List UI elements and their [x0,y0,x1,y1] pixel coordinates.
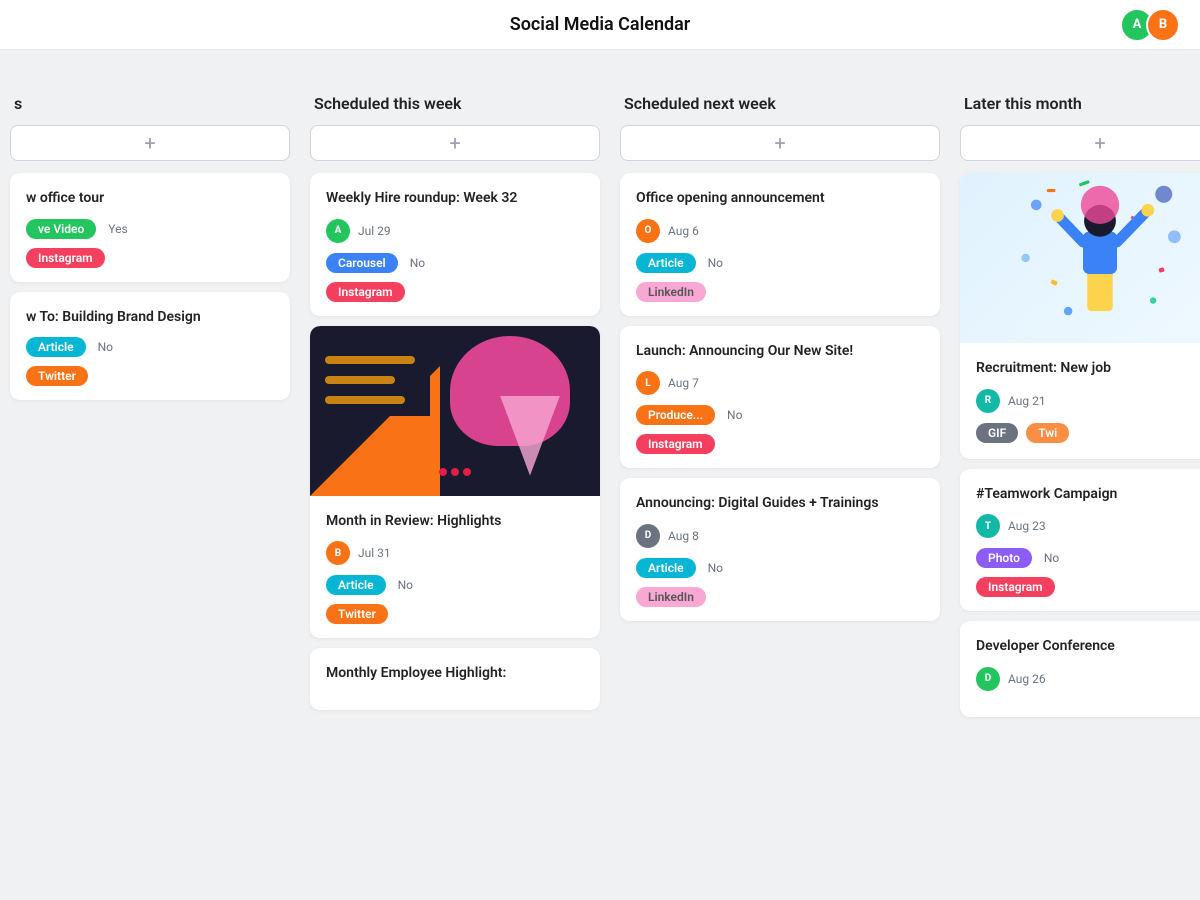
card-date: Aug 7 [668,376,699,390]
tag-article: Article [326,575,386,595]
tag-live-video: ve Video [26,219,96,239]
approved-no: No [410,256,425,270]
card-avatar: L [636,371,660,395]
card-date: Jul 31 [358,546,391,560]
card-avatar: O [636,219,660,243]
card-new-office-tour: w office tour ve Video Yes Instagram [10,173,290,282]
column-this-week: Scheduled this week + Weekly Hire roundu… [300,70,610,900]
tag-photo: Photo [976,548,1032,568]
card-building-brand: w To: Building Brand Design Article No T… [10,292,290,401]
column-header-this-week: Scheduled this week [310,94,600,113]
approved-no: No [708,561,723,575]
card-digital-guides: Announcing: Digital Guides + Trainings D… [620,478,940,621]
add-card-this-week[interactable]: + [310,125,600,161]
add-card-ideas[interactable]: + [10,125,290,161]
card-title: Month in Review: Highlights [326,512,584,532]
board-area: s + w office tour ve Video Yes Instagram… [0,50,1200,900]
card-illustration [960,173,1200,343]
tag-instagram: Instagram [26,248,105,268]
approved-no: No [398,578,413,592]
tag-twitter: Twitter [26,366,88,386]
card-title: Office opening announcement [636,189,924,209]
card-month-review: Month in Review: Highlights B Jul 31 Art… [310,326,600,639]
card-title: Launch: Announcing Our New Site! [636,342,924,362]
card-title: w office tour [26,189,274,209]
tag-produce: Produce... [636,405,715,425]
approved-yes: Yes [108,222,127,236]
card-title: w To: Building Brand Design [26,308,274,328]
approved-no: No [1044,551,1059,565]
card-title: Monthly Employee Highlight: [326,664,584,684]
card-avatar: T [976,514,1000,538]
avatar-group: A B [1126,8,1180,42]
card-recruitment: Recruitment: New job R Aug 21 GIF Twi [960,173,1200,459]
tag-instagram: Instagram [326,282,405,302]
card-avatar: B [326,541,350,565]
tag-linkedin: LinkedIn [636,282,706,302]
card-monthly-employee: Monthly Employee Highlight: [310,648,600,710]
card-title: #Teamwork Campaign [976,485,1200,505]
approved-no: No [98,340,113,354]
tag-twitter: Twitter [326,604,388,624]
card-title: Weekly Hire roundup: Week 32 [326,189,584,209]
tag-linkedin: LinkedIn [636,587,706,607]
tag-twitter-partial: Twi [1026,423,1069,443]
card-title: Developer Conference [976,637,1200,657]
card-avatar: A [326,219,350,243]
tag-gif: GIF [976,423,1018,443]
add-card-next-week[interactable]: + [620,125,940,161]
card-date: Aug 21 [1008,394,1046,408]
card-avatar: R [976,389,1000,413]
column-ideas: s + w office tour ve Video Yes Instagram… [0,70,300,900]
card-avatar: D [636,524,660,548]
card-dev-conference: Developer Conference D Aug 26 [960,621,1200,717]
avatar-2: B [1146,8,1180,42]
card-title: Announcing: Digital Guides + Trainings [636,494,924,514]
card-date: Aug 26 [1008,672,1046,686]
card-office-opening: Office opening announcement O Aug 6 Arti… [620,173,940,316]
tag-instagram: Instagram [636,434,715,454]
card-title: Recruitment: New job [976,359,1200,379]
column-header-ideas: s [10,94,290,113]
card-weekly-hire: Weekly Hire roundup: Week 32 A Jul 29 Ca… [310,173,600,316]
tag-article: Article [26,337,86,357]
column-header-later: Later this month [960,94,1200,113]
top-bar: Social Media Calendar A B [0,0,1200,50]
column-next-week: Scheduled next week + Office opening ann… [610,70,950,900]
column-header-next-week: Scheduled next week [620,94,940,113]
card-date: Jul 29 [358,224,391,238]
tag-carousel: Carousel [326,253,398,273]
card-date: Aug 23 [1008,519,1046,533]
tag-article: Article [636,558,696,578]
column-later: Later this month + [950,70,1200,900]
card-date: Aug 6 [668,224,699,238]
card-teamwork: #Teamwork Campaign T Aug 23 Photo No Ins… [960,469,1200,612]
approved-no: No [708,256,723,270]
tag-instagram: Instagram [976,577,1055,597]
card-launch-new-site: Launch: Announcing Our New Site! L Aug 7… [620,326,940,469]
card-avatar: D [976,667,1000,691]
add-card-later[interactable]: + [960,125,1200,161]
card-date: Aug 8 [668,529,699,543]
approved-no: No [727,408,742,422]
page-title: Social Media Calendar [510,14,691,35]
card-image [310,326,600,496]
tag-article: Article [636,253,696,273]
